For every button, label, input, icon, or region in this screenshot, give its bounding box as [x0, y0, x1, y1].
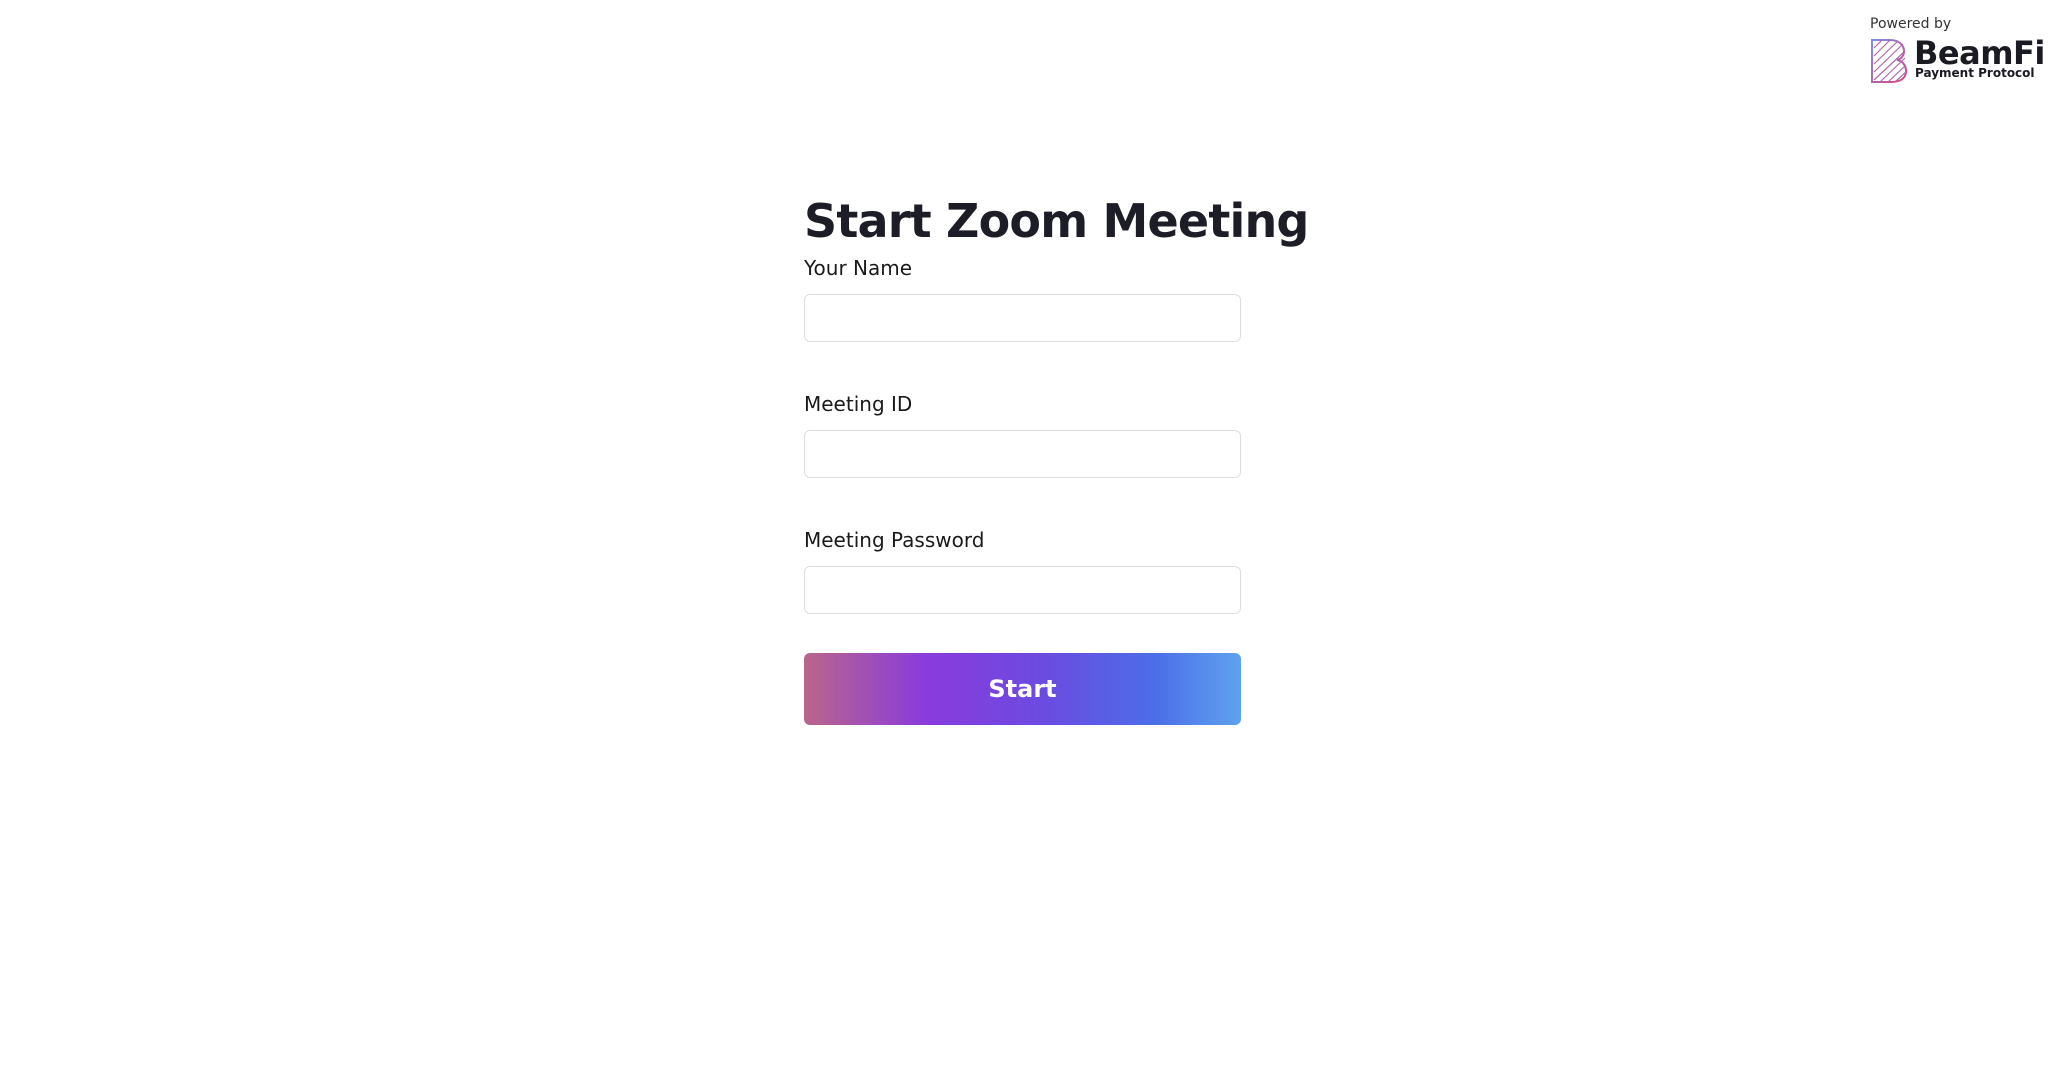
meeting-password-label: Meeting Password	[804, 528, 985, 552]
your-name-input[interactable]	[804, 294, 1241, 342]
meeting-password-field: Meeting Password	[804, 526, 1241, 614]
beamfi-logo-icon	[1870, 38, 1908, 84]
meeting-id-input[interactable]	[804, 430, 1241, 478]
brand-tagline: Payment Protocol	[1915, 66, 2035, 80]
your-name-field: Your Name	[804, 254, 1241, 342]
page-title: Start Zoom Meeting	[804, 194, 1309, 248]
your-name-label: Your Name	[804, 256, 913, 280]
powered-by-branding[interactable]: Powered by BeamFi Payment Protocol	[1870, 16, 2045, 86]
meeting-id-label: Meeting ID	[804, 392, 913, 416]
start-button[interactable]: Start	[804, 653, 1241, 725]
meeting-id-field: Meeting ID	[804, 390, 1241, 478]
start-meeting-form: Start Zoom Meeting Your Name Meeting ID …	[804, 190, 1309, 725]
zoom-meeting-page: Powered by BeamFi Payment Protocol Start…	[0, 0, 2048, 1092]
meeting-password-input[interactable]	[804, 566, 1241, 614]
powered-by-label: Powered by	[1870, 16, 1952, 32]
